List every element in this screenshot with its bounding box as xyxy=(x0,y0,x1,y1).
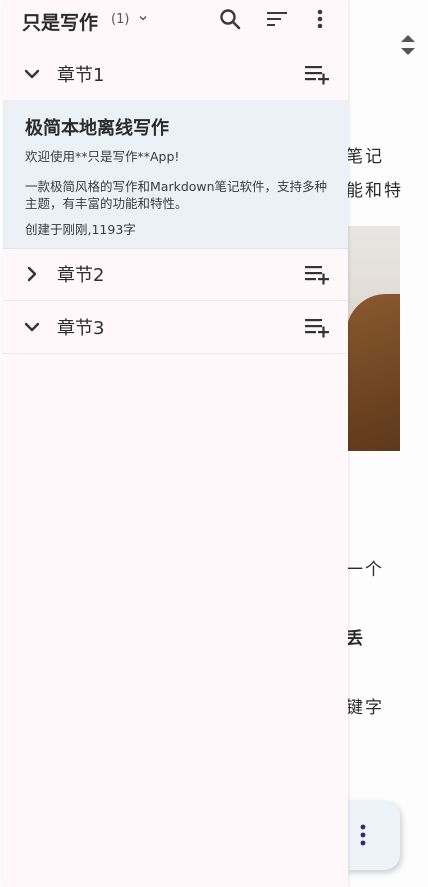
search-icon xyxy=(220,9,241,30)
editor-text-line: 笔记 xyxy=(346,147,384,167)
more-options-button[interactable] xyxy=(306,5,334,33)
chapter-label: 章节2 xyxy=(57,265,105,286)
note-meta: 创建于刚刚,1193字 xyxy=(25,222,136,237)
playlist-add-icon[interactable] xyxy=(303,260,331,288)
navigation-drawer: 只是写作 (1) 章节1 极简本地离线写作 欢迎使用**只是写作**App! 一… xyxy=(3,0,348,887)
playlist-add-icon[interactable] xyxy=(303,60,331,88)
chapter-label: 章节1 xyxy=(57,65,105,86)
note-count: (1) xyxy=(111,12,130,27)
chapter-row[interactable]: 章节1 xyxy=(3,48,348,101)
chapter-label: 章节3 xyxy=(57,318,105,339)
chevron-down-icon[interactable] xyxy=(21,316,43,338)
editor-text-line: 丢 xyxy=(346,629,365,649)
chevron-right-icon[interactable] xyxy=(21,263,43,285)
more-vert-icon xyxy=(317,9,323,29)
chevron-down-icon[interactable] xyxy=(138,13,148,23)
editor-text-line: 能和特 xyxy=(346,181,403,201)
sort-icon xyxy=(267,12,287,26)
editor-image xyxy=(346,226,400,451)
more-vert-icon xyxy=(360,824,366,846)
editor-text-line: 键字 xyxy=(346,698,384,718)
note-preview-description: 一款极简风格的写作和Markdown笔记软件，支持多种主题，有丰富的功能和特性。 xyxy=(25,179,328,211)
sort-button[interactable] xyxy=(263,5,291,33)
unfold-icon[interactable] xyxy=(398,32,418,58)
chevron-down-icon[interactable] xyxy=(21,63,43,85)
note-title: 极简本地离线写作 xyxy=(25,118,169,139)
chapter-row[interactable]: 章节2 xyxy=(3,248,348,301)
chapter-row[interactable]: 章节3 xyxy=(3,301,348,354)
drawer-header: 只是写作 (1) xyxy=(3,0,348,40)
note-preview-line: 欢迎使用**只是写作**App! xyxy=(25,149,180,164)
app-title[interactable]: 只是写作 xyxy=(22,8,98,35)
more-fab[interactable] xyxy=(346,800,400,870)
app-screen: 笔记 能和特 一个 丢 键字 只是写作 (1) 章节1 极简本地离线写作 欢迎使… xyxy=(0,0,428,887)
editor-text-line: 一个 xyxy=(346,560,384,580)
playlist-add-icon[interactable] xyxy=(303,313,331,341)
search-button[interactable] xyxy=(216,5,244,33)
note-item[interactable]: 极简本地离线写作 欢迎使用**只是写作**App! 一款极简风格的写作和Mark… xyxy=(3,100,348,249)
